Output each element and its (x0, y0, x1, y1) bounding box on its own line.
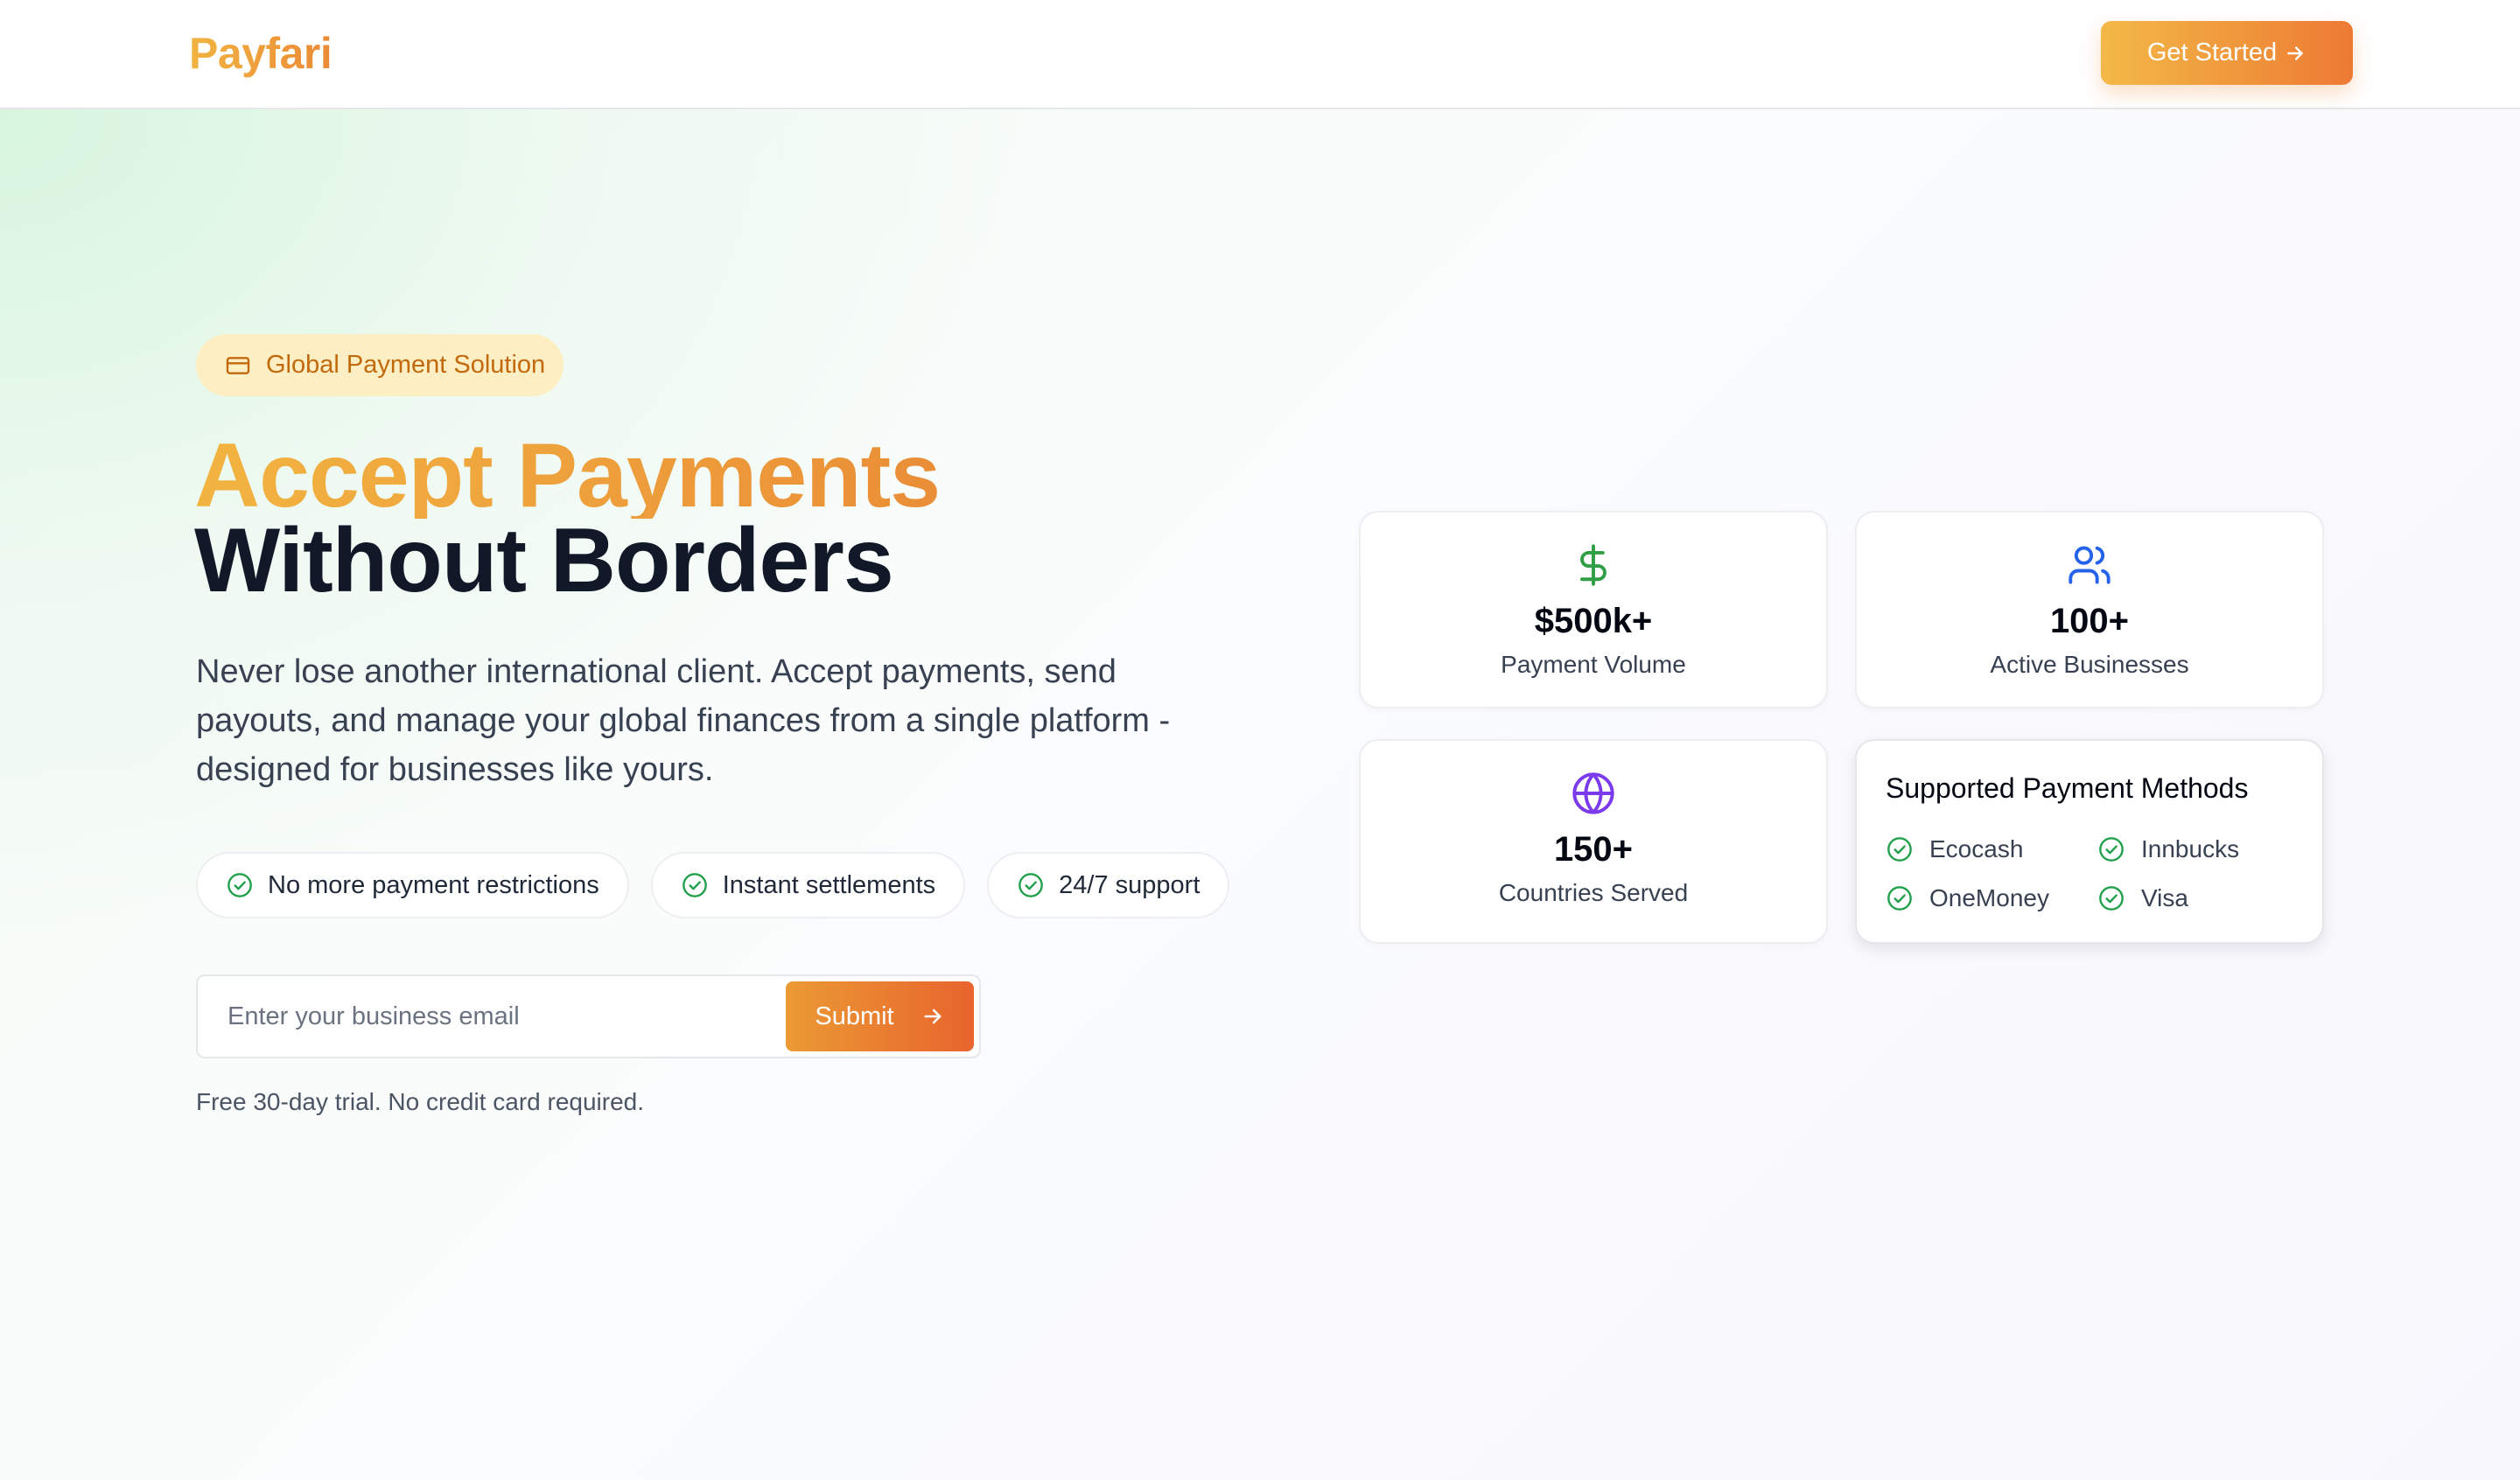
hero-headline: Accept Payments Without Borders (194, 425, 941, 611)
payment-method-label: Ecocash (1929, 835, 2024, 862)
stat-value: 100+ (2049, 602, 2130, 640)
get-started-label: Get Started (2146, 38, 2278, 66)
feature-pill: Instant settlements (650, 852, 966, 918)
top-nav: Payfari Get Started (0, 0, 2520, 109)
hero-badge: Global Payment Solution (196, 334, 564, 396)
stat-card-active-businesses: 100+ Active Businesses (1855, 511, 2324, 709)
check-circle-icon (682, 873, 707, 897)
headline-line-1: Accept Payments (194, 425, 941, 527)
arrow-right-icon (2287, 45, 2303, 60)
feature-label: Instant settlements (722, 870, 936, 899)
business-email-input[interactable] (200, 978, 777, 1055)
stat-label: Countries Served (1498, 879, 1689, 906)
credit-card-icon (226, 356, 250, 374)
headline-line-2: Without Borders (194, 510, 894, 611)
submit-button[interactable]: Submit (786, 981, 974, 1051)
users-icon (2068, 546, 2110, 584)
stat-label: Payment Volume (1501, 651, 1686, 678)
trial-note: Free 30-day trial. No credit card requir… (196, 1088, 644, 1115)
globe-icon (1572, 772, 1614, 814)
stat-card-payment-volume: $500k+ Payment Volume (1359, 511, 1828, 709)
check-circle-icon (1887, 886, 1912, 911)
stat-card-countries-served: 150+ Countries Served (1359, 739, 1828, 944)
hero-description: Never lose another international client.… (196, 653, 1171, 788)
feature-pills: No more payment restrictions Instant set… (196, 852, 1230, 918)
check-circle-icon (1018, 873, 1044, 897)
check-circle-icon (2099, 886, 2124, 911)
stat-label: Active Businesses (1990, 651, 2189, 678)
feature-pill: No more payment restrictions (196, 852, 629, 918)
payment-method-label: Visa (2141, 884, 2188, 911)
check-circle-icon (1887, 837, 1912, 862)
dollar-icon (1580, 544, 1606, 586)
payment-method-label: OneMoney (1929, 884, 2049, 911)
payment-method-item: Ecocash (1886, 835, 2023, 863)
payment-method-item: Innbucks (2097, 835, 2239, 863)
badge-label: Global Payment Solution (266, 351, 546, 379)
check-circle-icon (228, 873, 252, 897)
email-signup-form: Submit (196, 974, 981, 1058)
stat-value: $500k+ (1534, 602, 1653, 640)
payment-methods-title: Supported Payment Methods (1886, 772, 2249, 804)
feature-label: No more payment restrictions (268, 870, 599, 899)
brand-logo[interactable]: Payfari (189, 28, 332, 79)
check-circle-icon (2099, 837, 2124, 862)
feature-label: 24/7 support (1059, 870, 1200, 899)
payment-methods-card: Supported Payment Methods Ecocash Innbuc… (1855, 739, 2324, 944)
feature-pill: 24/7 support (987, 852, 1230, 918)
payment-method-label: Innbucks (2141, 835, 2240, 862)
payment-method-item: OneMoney (1886, 884, 2049, 912)
payment-method-item: Visa (2097, 884, 2188, 912)
arrow-right-icon (924, 1009, 942, 1024)
stat-value: 150+ (1553, 830, 1634, 869)
submit-label: Submit (815, 1002, 894, 1030)
get-started-button[interactable]: Get Started (2101, 21, 2353, 85)
